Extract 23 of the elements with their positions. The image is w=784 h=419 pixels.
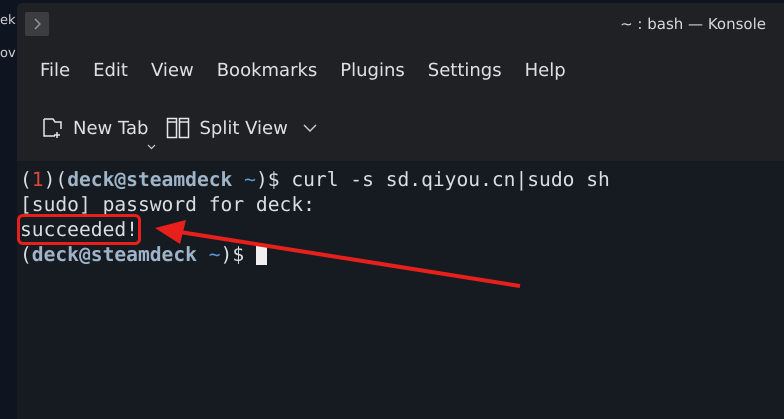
desktop-text: ov — [0, 47, 17, 60]
split-view-icon — [166, 117, 190, 139]
new-tab-icon — [42, 117, 64, 139]
menu-item[interactable]: Help — [516, 56, 574, 84]
terminal-line: succeeded! — [20, 217, 138, 242]
menu-item[interactable]: View — [142, 56, 202, 84]
new-tab-button[interactable]: New Tab — [42, 114, 148, 142]
caret-icon — [302, 124, 317, 132]
terminal-line: [sudo] password for deck: — [20, 192, 315, 217]
chevron-right-icon — [33, 18, 41, 30]
window-title: ~ : bash — Konsole — [620, 14, 766, 35]
caret-icon — [147, 144, 156, 150]
menu-item[interactable]: Settings — [420, 56, 510, 84]
desktop-text: ek — [0, 14, 17, 27]
terminal-line: (deck@steamdeck ~)$ — [20, 242, 246, 267]
menu-item[interactable]: Bookmarks — [208, 56, 326, 84]
panel-toggle-button[interactable] — [25, 12, 49, 36]
terminal-line: (1)(deck@steamdeck ~)$ curl -s sd.qiyou.cn|sudo sh — [20, 167, 610, 192]
menu-item[interactable]: Edit — [85, 56, 136, 84]
terminal[interactable]: (1)(deck@steamdeck ~)$ curl -s sd.qiyou.cn|sudo sh [sudo] password for deck: succeeded! (deck@steamdeck ~)$ — [17, 161, 784, 419]
split-view-button[interactable]: Split View — [166, 114, 317, 142]
menu-item[interactable]: File — [32, 56, 78, 84]
menu-item[interactable]: Plugins — [332, 56, 413, 84]
